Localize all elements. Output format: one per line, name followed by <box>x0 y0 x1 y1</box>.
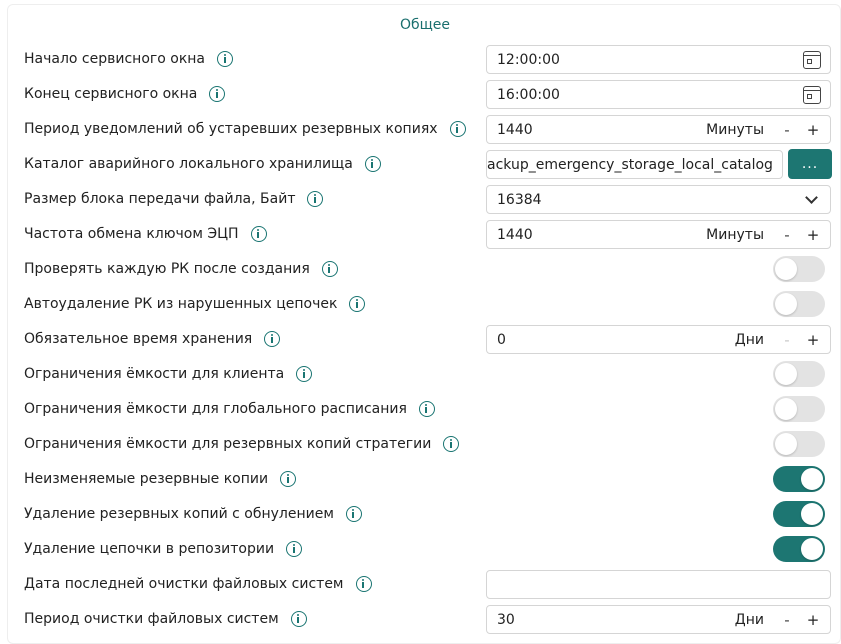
row-label: Период уведомлений об устаревших резервн… <box>24 120 438 137</box>
calendar-icon[interactable] <box>803 85 821 104</box>
info-icon[interactable] <box>355 575 372 592</box>
toggle-knob <box>801 468 823 490</box>
info-icon[interactable] <box>250 225 267 242</box>
info-icon[interactable] <box>349 295 366 312</box>
mandatory-retention-stepper[interactable]: 0 Дни - + <box>486 325 831 354</box>
increment-button[interactable]: + <box>800 611 826 629</box>
toggle-knob <box>775 258 797 280</box>
key-exchange-frequency-stepper[interactable]: 1440 Минуты - + <box>486 220 831 249</box>
info-icon[interactable] <box>209 85 226 102</box>
toggle-knob <box>801 538 823 560</box>
toggle-knob <box>775 293 797 315</box>
fs-cleanup-period-stepper[interactable]: 30 Дни - + <box>486 605 831 634</box>
decrement-button[interactable]: - <box>774 226 800 244</box>
decrement-button[interactable]: - <box>774 331 800 349</box>
chevron-down-icon[interactable] <box>805 190 818 204</box>
block-size-select[interactable]: 16384 <box>486 185 831 214</box>
row-capacity-strategy-backups: Ограничения ёмкости для резервных копий … <box>8 426 841 461</box>
delete-chain-in-repository-toggle[interactable] <box>773 536 825 562</box>
auto-delete-broken-chains-toggle[interactable] <box>773 291 825 317</box>
row-label: Проверять каждую РК после создания <box>24 260 310 277</box>
row-auto-delete-broken-chains: Автоудаление РК из нарушенных цепочек <box>8 286 841 321</box>
immutable-backups-toggle[interactable] <box>773 466 825 492</box>
row-label: Автоудаление РК из нарушенных цепочек <box>24 295 338 312</box>
row-label: Каталог аварийного локального хранилища <box>24 155 353 172</box>
service-window-end-input[interactable]: 16:00:00 <box>486 80 831 109</box>
row-immutable-backups: Неизменяемые резервные копии <box>8 461 841 496</box>
info-icon[interactable] <box>418 400 435 417</box>
row-label: Удаление резервных копий с обнулением <box>24 505 334 522</box>
row-fs-cleanup-period: Период очистки файловых систем 30 Дни - … <box>8 601 841 636</box>
row-label: Дата последней очистки файловых систем <box>24 575 344 592</box>
row-verify-each-backup: Проверять каждую РК после создания <box>8 251 841 286</box>
verify-each-backup-toggle[interactable] <box>773 256 825 282</box>
row-block-size: Размер блока передачи файла, Байт 16384 <box>8 181 841 216</box>
increment-button[interactable]: + <box>800 331 826 349</box>
row-emergency-catalog: Каталог аварийного локального хранилища … <box>8 146 841 181</box>
row-last-fs-cleanup-date: Дата последней очистки файловых систем <box>8 566 841 601</box>
info-icon[interactable] <box>449 120 466 137</box>
row-label: Ограничения ёмкости для клиента <box>24 365 285 382</box>
unit-label: Дни <box>734 331 764 348</box>
toggle-knob <box>775 398 797 420</box>
decrement-button[interactable]: - <box>774 121 800 139</box>
row-label: Частота обмена ключом ЭЦП <box>24 225 239 242</box>
info-icon[interactable] <box>321 260 338 277</box>
row-label: Ограничения ёмкости для глобального расп… <box>24 400 407 417</box>
info-icon[interactable] <box>364 155 381 172</box>
row-capacity-global-schedule: Ограничения ёмкости для глобального расп… <box>8 391 841 426</box>
settings-panel: Общее Начало сервисного окна 12:00:00 Ко… <box>7 4 841 644</box>
info-icon[interactable] <box>296 365 313 382</box>
unit-label: Минуты <box>706 226 764 243</box>
notification-period-stepper[interactable]: 1440 Минуты - + <box>486 115 831 144</box>
unit-label: Дни <box>734 611 764 628</box>
row-label: Начало сервисного окна <box>24 50 206 67</box>
info-icon[interactable] <box>290 610 307 627</box>
info-icon[interactable] <box>345 505 362 522</box>
row-delete-with-zeroing: Удаление резервных копий с обнулением <box>8 496 841 531</box>
row-label: Период очистки файловых систем <box>24 610 279 627</box>
row-label: Размер блока передачи файла, Байт <box>24 190 296 207</box>
info-icon[interactable] <box>286 540 303 557</box>
section-title: Общее <box>399 17 451 33</box>
capacity-global-schedule-toggle[interactable] <box>773 396 825 422</box>
row-label: Удаление цепочки в репозитории <box>24 540 275 557</box>
toggle-knob <box>775 433 797 455</box>
info-icon[interactable] <box>280 470 297 487</box>
decrement-button[interactable]: - <box>774 611 800 629</box>
row-capacity-client: Ограничения ёмкости для клиента <box>8 356 841 391</box>
row-service-window-end: Конец сервисного окна 16:00:00 <box>8 76 841 111</box>
delete-with-zeroing-toggle[interactable] <box>773 501 825 527</box>
increment-button[interactable]: + <box>800 226 826 244</box>
toggle-knob <box>775 363 797 385</box>
row-notification-period: Период уведомлений об устаревших резервн… <box>8 111 841 146</box>
row-label: Ограничения ёмкости для резервных копий … <box>24 435 432 452</box>
browse-button[interactable]: ... <box>788 149 832 179</box>
info-icon[interactable] <box>217 50 234 67</box>
capacity-strategy-backups-toggle[interactable] <box>773 431 825 457</box>
calendar-icon[interactable] <box>803 50 821 69</box>
info-icon[interactable] <box>443 435 460 452</box>
row-mandatory-retention: Обязательное время хранения 0 Дни - + <box>8 321 841 356</box>
row-delete-chain-in-repository: Удаление цепочки в репозитории <box>8 531 841 566</box>
capacity-client-toggle[interactable] <box>773 361 825 387</box>
last-fs-cleanup-date-input[interactable] <box>486 570 831 599</box>
emergency-catalog-input[interactable]: ackup_emergency_storage_local_catalog <box>486 150 783 179</box>
unit-label: Минуты <box>706 121 764 138</box>
row-label: Неизменяемые резервные копии <box>24 470 269 487</box>
service-window-start-input[interactable]: 12:00:00 <box>486 45 831 74</box>
info-icon[interactable] <box>307 190 324 207</box>
row-service-window-start: Начало сервисного окна 12:00:00 <box>8 41 841 76</box>
row-label: Конец сервисного окна <box>24 85 198 102</box>
info-icon[interactable] <box>264 330 281 347</box>
toggle-knob <box>801 503 823 525</box>
increment-button[interactable]: + <box>800 121 826 139</box>
row-label: Обязательное время хранения <box>24 330 253 347</box>
row-key-exchange-frequency: Частота обмена ключом ЭЦП 1440 Минуты - … <box>8 216 841 251</box>
